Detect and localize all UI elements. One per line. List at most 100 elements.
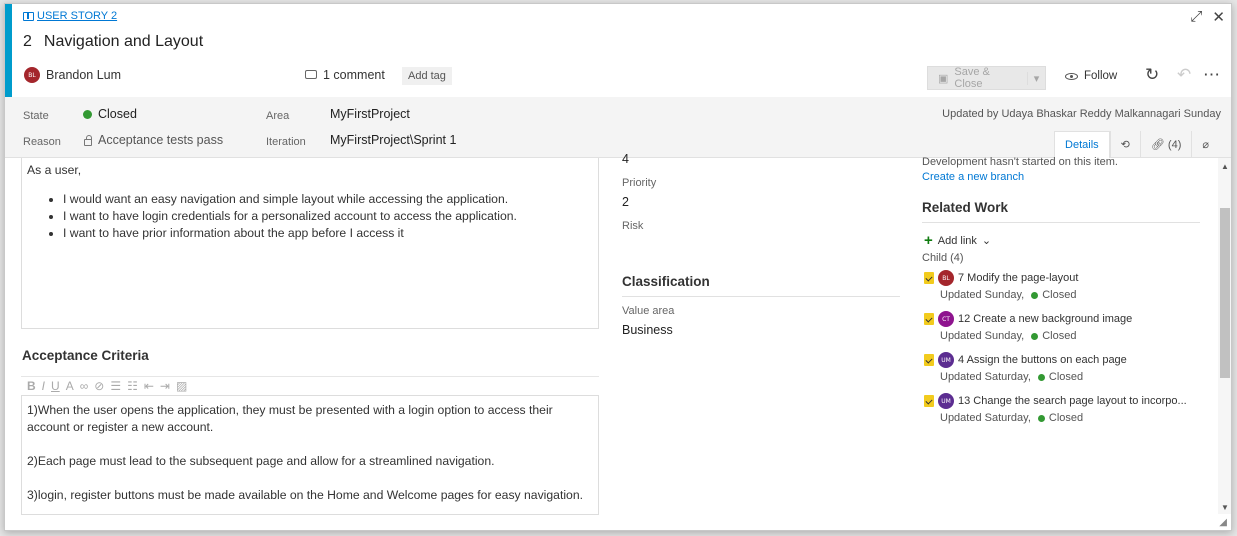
scrollbar-thumb[interactable] [1220,208,1230,378]
state-label: State [23,110,49,122]
state-dot [83,109,92,119]
avatar: CT [938,311,954,327]
state-value: Closed [98,107,137,121]
value-area-label: Value area [622,305,675,317]
list-item: I want to have prior information about t… [63,225,593,242]
author-name: Brandon Lum [46,68,122,82]
outdent-icon[interactable]: ⇤ [144,379,154,393]
status-dot [1031,291,1039,299]
undo-icon[interactable]: ↶ [1177,65,1191,85]
list-item: I want to have login credentials for a p… [63,208,593,225]
add-tag-button[interactable]: Add tag [402,67,452,85]
chevron-down-icon: ⌄ [981,235,992,247]
acceptance-item: 2)Each page must lead to the subsequent … [27,454,495,468]
comments-count: 1 comment [323,68,385,82]
area-value[interactable]: MyFirstProject [330,107,410,121]
header-fields: State Closed Reason Acceptance tests pas… [5,97,1231,158]
bullet-list-icon[interactable]: ☰ [110,379,121,393]
lock-icon [84,134,92,146]
related-item-title[interactable]: 7 Modify the page-layout [958,272,1078,284]
avatar: UM [938,393,954,409]
links-count: (4) [1167,138,1182,151]
related-work-heading: Related Work [922,200,1009,215]
priority-value[interactable]: 2 [622,195,629,209]
tab-strip: Details ⟲ 🔗︎ (4) ⌀ [1054,131,1219,158]
work-item-type-link[interactable]: USER STORY 2 [23,10,117,22]
resize-grip-icon[interactable]: ◢ [1219,517,1227,528]
tab-attachments[interactable]: ⌀ [1191,131,1219,158]
task-icon [924,272,934,284]
related-item-state: Closed [1042,289,1077,301]
related-item-updated: Updated Saturday, [940,371,1031,383]
related-item-updated: Updated Sunday, [940,289,1025,301]
add-link-button[interactable]: + Add link ⌄ [924,232,991,249]
avatar: BL [24,67,40,83]
chevron-down-icon[interactable]: ▾ [1027,71,1045,85]
work-item-type-label: USER STORY 2 [37,10,118,22]
indent-icon[interactable]: ⇥ [160,379,170,393]
title-row: 2 Navigation and Layout [23,33,203,51]
classification-heading: Classification [622,274,710,289]
task-icon [924,313,934,325]
state-field[interactable]: Closed [83,107,137,121]
iteration-value[interactable]: MyFirstProject\Sprint 1 [330,133,456,147]
related-item-state: Closed [1042,330,1077,342]
follow-button[interactable]: Follow [1065,70,1117,82]
close-icon[interactable]: ✕ [1212,8,1225,26]
remove-link-icon[interactable]: ⊘ [94,379,104,393]
related-item-title[interactable]: 12 Create a new background image [958,313,1132,325]
numbered-list-icon[interactable]: ☷ [127,379,138,393]
status-dot [1037,414,1045,422]
type-accent-bar [5,4,12,97]
related-item-title[interactable]: 4 Assign the buttons on each page [958,354,1127,366]
comment-icon [305,69,317,79]
reason-label: Reason [23,136,61,148]
vertical-scrollbar[interactable]: ▲ ▼ [1218,158,1231,514]
related-item[interactable]: UM 4 Assign the buttons on each page Upd… [924,352,1214,383]
value-area-value[interactable]: Business [622,323,673,337]
expand-icon[interactable]: ⤢ [1190,8,1202,26]
avatar: BL [938,270,954,286]
task-icon [924,354,934,366]
editor-toolbar: B I U A ∞ ⊘ ☰ ☷ ⇤ ⇥ ▨ [21,376,599,393]
status-dot [1037,373,1045,381]
save-close-label: Save & Close [954,66,990,90]
bold-icon[interactable]: B [27,379,36,393]
image-icon[interactable]: ▨ [176,379,187,393]
window-controls: ⤢ ✕ [1190,8,1225,26]
insert-link-icon[interactable]: ∞ [80,379,89,393]
underline-icon[interactable]: U [51,379,60,393]
scroll-up-icon[interactable]: ▲ [1221,162,1229,171]
tab-history[interactable]: ⟲ [1109,131,1140,158]
related-item[interactable]: CT 12 Create a new background image Upda… [924,311,1214,342]
development-status: Development hasn't started on this item. [922,156,1118,168]
save-close-button[interactable]: ▣ Save & Close ▾ [927,66,1046,90]
scroll-down-icon[interactable]: ▼ [1221,503,1229,512]
highlight-icon[interactable]: A [66,379,74,393]
comments-link[interactable]: 1 comment [305,68,385,82]
more-actions-icon[interactable]: ⋯ [1203,65,1220,85]
work-item-title[interactable]: Navigation and Layout [44,33,203,51]
assigned-to[interactable]: BL Brandon Lum [24,67,121,83]
create-branch-link[interactable]: Create a new branch [922,171,1024,183]
related-item[interactable]: UM 13 Change the search page layout to i… [924,393,1214,424]
work-item-id: 2 [23,33,32,50]
story-points-value[interactable]: 4 [622,152,629,166]
priority-label: Priority [622,177,657,189]
refresh-icon[interactable]: ↻ [1145,65,1159,85]
divider [922,222,1200,223]
risk-label: Risk [622,220,644,232]
related-item-title[interactable]: 13 Change the search page layout to inco… [958,395,1187,407]
reason-field: Acceptance tests pass [84,133,223,147]
tab-details[interactable]: Details [1054,131,1110,158]
acceptance-criteria-editor[interactable]: 1)When the user opens the application, t… [21,395,599,515]
tab-links[interactable]: 🔗︎ (4) [1139,131,1191,158]
list-item: I would want an easy navigation and simp… [63,191,593,208]
acceptance-criteria-heading: Acceptance Criteria [22,348,149,363]
related-item-updated: Updated Saturday, [940,412,1031,424]
related-item[interactable]: BL 7 Modify the page-layout Updated Sund… [924,270,1214,301]
plus-icon: + [924,232,933,249]
italic-icon[interactable]: I [42,379,45,393]
updated-by[interactable]: Updated by Udaya Bhaskar Reddy Malkannag… [942,108,1221,120]
description-editor[interactable]: As a user, I would want an easy navigati… [21,158,599,329]
